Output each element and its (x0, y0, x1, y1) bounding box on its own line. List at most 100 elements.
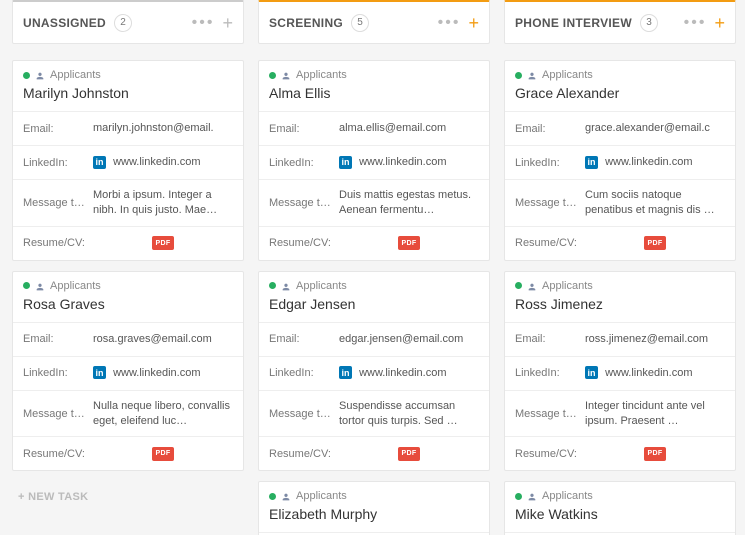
applicant-card[interactable]: Applicants Alma Ellis Email: alma.ellis@… (258, 60, 490, 261)
message-label: Message t… (23, 408, 85, 420)
linkedin-row: LinkedIn: in www.linkedin.com (13, 356, 243, 390)
pdf-icon[interactable]: PDF (644, 236, 666, 250)
applicant-card[interactable]: Applicants Grace Alexander Email: grace.… (504, 60, 736, 261)
linkedin-url: www.linkedin.com (605, 367, 692, 379)
applicant-card[interactable]: Applicants Marilyn Johnston Email: maril… (12, 60, 244, 261)
status-dot-icon (515, 493, 522, 500)
email-value: edgar.jensen@email.com (339, 332, 479, 347)
pdf-icon[interactable]: PDF (152, 447, 174, 461)
kanban-board: UNASSIGNED 2 ••• + Applicants Marilyn Jo… (0, 0, 745, 535)
person-icon (35, 70, 45, 80)
linkedin-url: www.linkedin.com (113, 367, 200, 379)
linkedin-row: LinkedIn: in www.linkedin.com (505, 356, 735, 390)
email-value: rosa.graves@email.com (93, 332, 233, 347)
column-menu-icon[interactable]: ••• (438, 14, 461, 32)
applicant-name: Mike Watkins (515, 506, 725, 522)
message-label: Message t… (23, 197, 85, 209)
applicant-name: Alma Ellis (269, 85, 479, 101)
applicants-tag: Applicants (50, 280, 101, 292)
linkedin-label: LinkedIn: (23, 157, 85, 169)
applicants-tag: Applicants (542, 490, 593, 502)
applicant-name: Grace Alexander (515, 85, 725, 101)
linkedin-row: LinkedIn: in www.linkedin.com (259, 356, 489, 390)
linkedin-row: LinkedIn: in www.linkedin.com (13, 145, 243, 179)
email-value: ross.jimenez@email.com (585, 332, 725, 347)
linkedin-value[interactable]: in www.linkedin.com (339, 366, 479, 381)
person-icon (281, 491, 291, 501)
pdf-icon[interactable]: PDF (398, 447, 420, 461)
linkedin-value[interactable]: in www.linkedin.com (585, 155, 725, 170)
email-label: Email: (23, 123, 85, 135)
applicant-name: Rosa Graves (23, 296, 233, 312)
email-label: Email: (515, 123, 577, 135)
message-value: Morbi a ipsum. Integer a nibh. In quis j… (93, 188, 233, 218)
applicant-card[interactable]: Applicants Edgar Jensen Email: edgar.jen… (258, 271, 490, 472)
linkedin-icon: in (585, 156, 598, 169)
applicant-card[interactable]: Applicants Rosa Graves Email: rosa.grave… (12, 271, 244, 472)
applicant-card[interactable]: Applicants Ross Jimenez Email: ross.jime… (504, 271, 736, 472)
linkedin-url: www.linkedin.com (605, 156, 692, 168)
pdf-icon[interactable]: PDF (152, 236, 174, 250)
applicants-tag: Applicants (542, 280, 593, 292)
linkedin-icon: in (93, 156, 106, 169)
applicant-name: Marilyn Johnston (23, 85, 233, 101)
pdf-icon[interactable]: PDF (398, 236, 420, 250)
message-value: Duis mattis egestas metus. Aenean fermen… (339, 188, 479, 218)
column-header: SCREENING 5 ••• + (258, 0, 490, 44)
kanban-column: PHONE INTERVIEW 3 ••• + Applicants Grace… (504, 0, 736, 535)
message-value: Suspendisse accumsan tortor quis turpis.… (339, 399, 479, 429)
column-menu-icon[interactable]: ••• (684, 14, 707, 32)
resume-row: Resume/CV: PDF (259, 226, 489, 260)
resume-label: Resume/CV: (269, 448, 331, 460)
status-dot-icon (515, 282, 522, 289)
email-row: Email: ross.jimenez@email.com (505, 322, 735, 356)
email-row: Email: grace.alexander@email.c (505, 111, 735, 145)
applicant-name: Elizabeth Murphy (269, 506, 479, 522)
linkedin-url: www.linkedin.com (359, 156, 446, 168)
resume-label: Resume/CV: (269, 237, 331, 249)
linkedin-icon: in (93, 366, 106, 379)
applicant-name: Ross Jimenez (515, 296, 725, 312)
linkedin-value[interactable]: in www.linkedin.com (93, 155, 233, 170)
message-row: Message t… Duis mattis egestas metus. Ae… (259, 179, 489, 226)
email-row: Email: edgar.jensen@email.com (259, 322, 489, 356)
linkedin-icon: in (585, 366, 598, 379)
email-row: Email: alma.ellis@email.com (259, 111, 489, 145)
applicants-tag: Applicants (296, 69, 347, 81)
column-menu-icon[interactable]: ••• (192, 14, 215, 32)
add-card-button[interactable]: + (468, 14, 479, 32)
email-row: Email: rosa.graves@email.com (13, 322, 243, 356)
applicant-card[interactable]: Applicants Mike Watkins Email: mike.watk… (504, 481, 736, 535)
person-icon (281, 70, 291, 80)
message-row: Message t… Integer tincidunt ante vel ip… (505, 390, 735, 437)
pdf-icon[interactable]: PDF (644, 447, 666, 461)
add-card-button[interactable]: + (222, 14, 233, 32)
email-label: Email: (269, 123, 331, 135)
applicant-name: Edgar Jensen (269, 296, 479, 312)
add-card-button[interactable]: + (714, 14, 725, 32)
status-dot-icon (23, 282, 30, 289)
person-icon (527, 281, 537, 291)
email-label: Email: (515, 333, 577, 345)
linkedin-label: LinkedIn: (269, 367, 331, 379)
linkedin-row: LinkedIn: in www.linkedin.com (259, 145, 489, 179)
linkedin-value[interactable]: in www.linkedin.com (339, 155, 479, 170)
resume-row: Resume/CV: PDF (259, 436, 489, 470)
status-dot-icon (515, 72, 522, 79)
applicant-card[interactable]: Applicants Elizabeth Murphy Email: eliza… (258, 481, 490, 535)
column-header: UNASSIGNED 2 ••• + (12, 0, 244, 44)
linkedin-value[interactable]: in www.linkedin.com (585, 366, 725, 381)
linkedin-value[interactable]: in www.linkedin.com (93, 366, 233, 381)
linkedin-label: LinkedIn: (269, 157, 331, 169)
email-value: alma.ellis@email.com (339, 121, 479, 136)
linkedin-label: LinkedIn: (23, 367, 85, 379)
column-title: UNASSIGNED (23, 16, 106, 30)
resume-label: Resume/CV: (23, 448, 85, 460)
card-header: Applicants Mike Watkins (505, 482, 735, 532)
resume-row: Resume/CV: PDF (13, 436, 243, 470)
new-task-button[interactable]: + NEW TASK (12, 481, 244, 513)
applicants-tag: Applicants (296, 280, 347, 292)
column-count-badge: 3 (640, 14, 658, 32)
card-header: Applicants Rosa Graves (13, 272, 243, 322)
card-header: Applicants Edgar Jensen (259, 272, 489, 322)
